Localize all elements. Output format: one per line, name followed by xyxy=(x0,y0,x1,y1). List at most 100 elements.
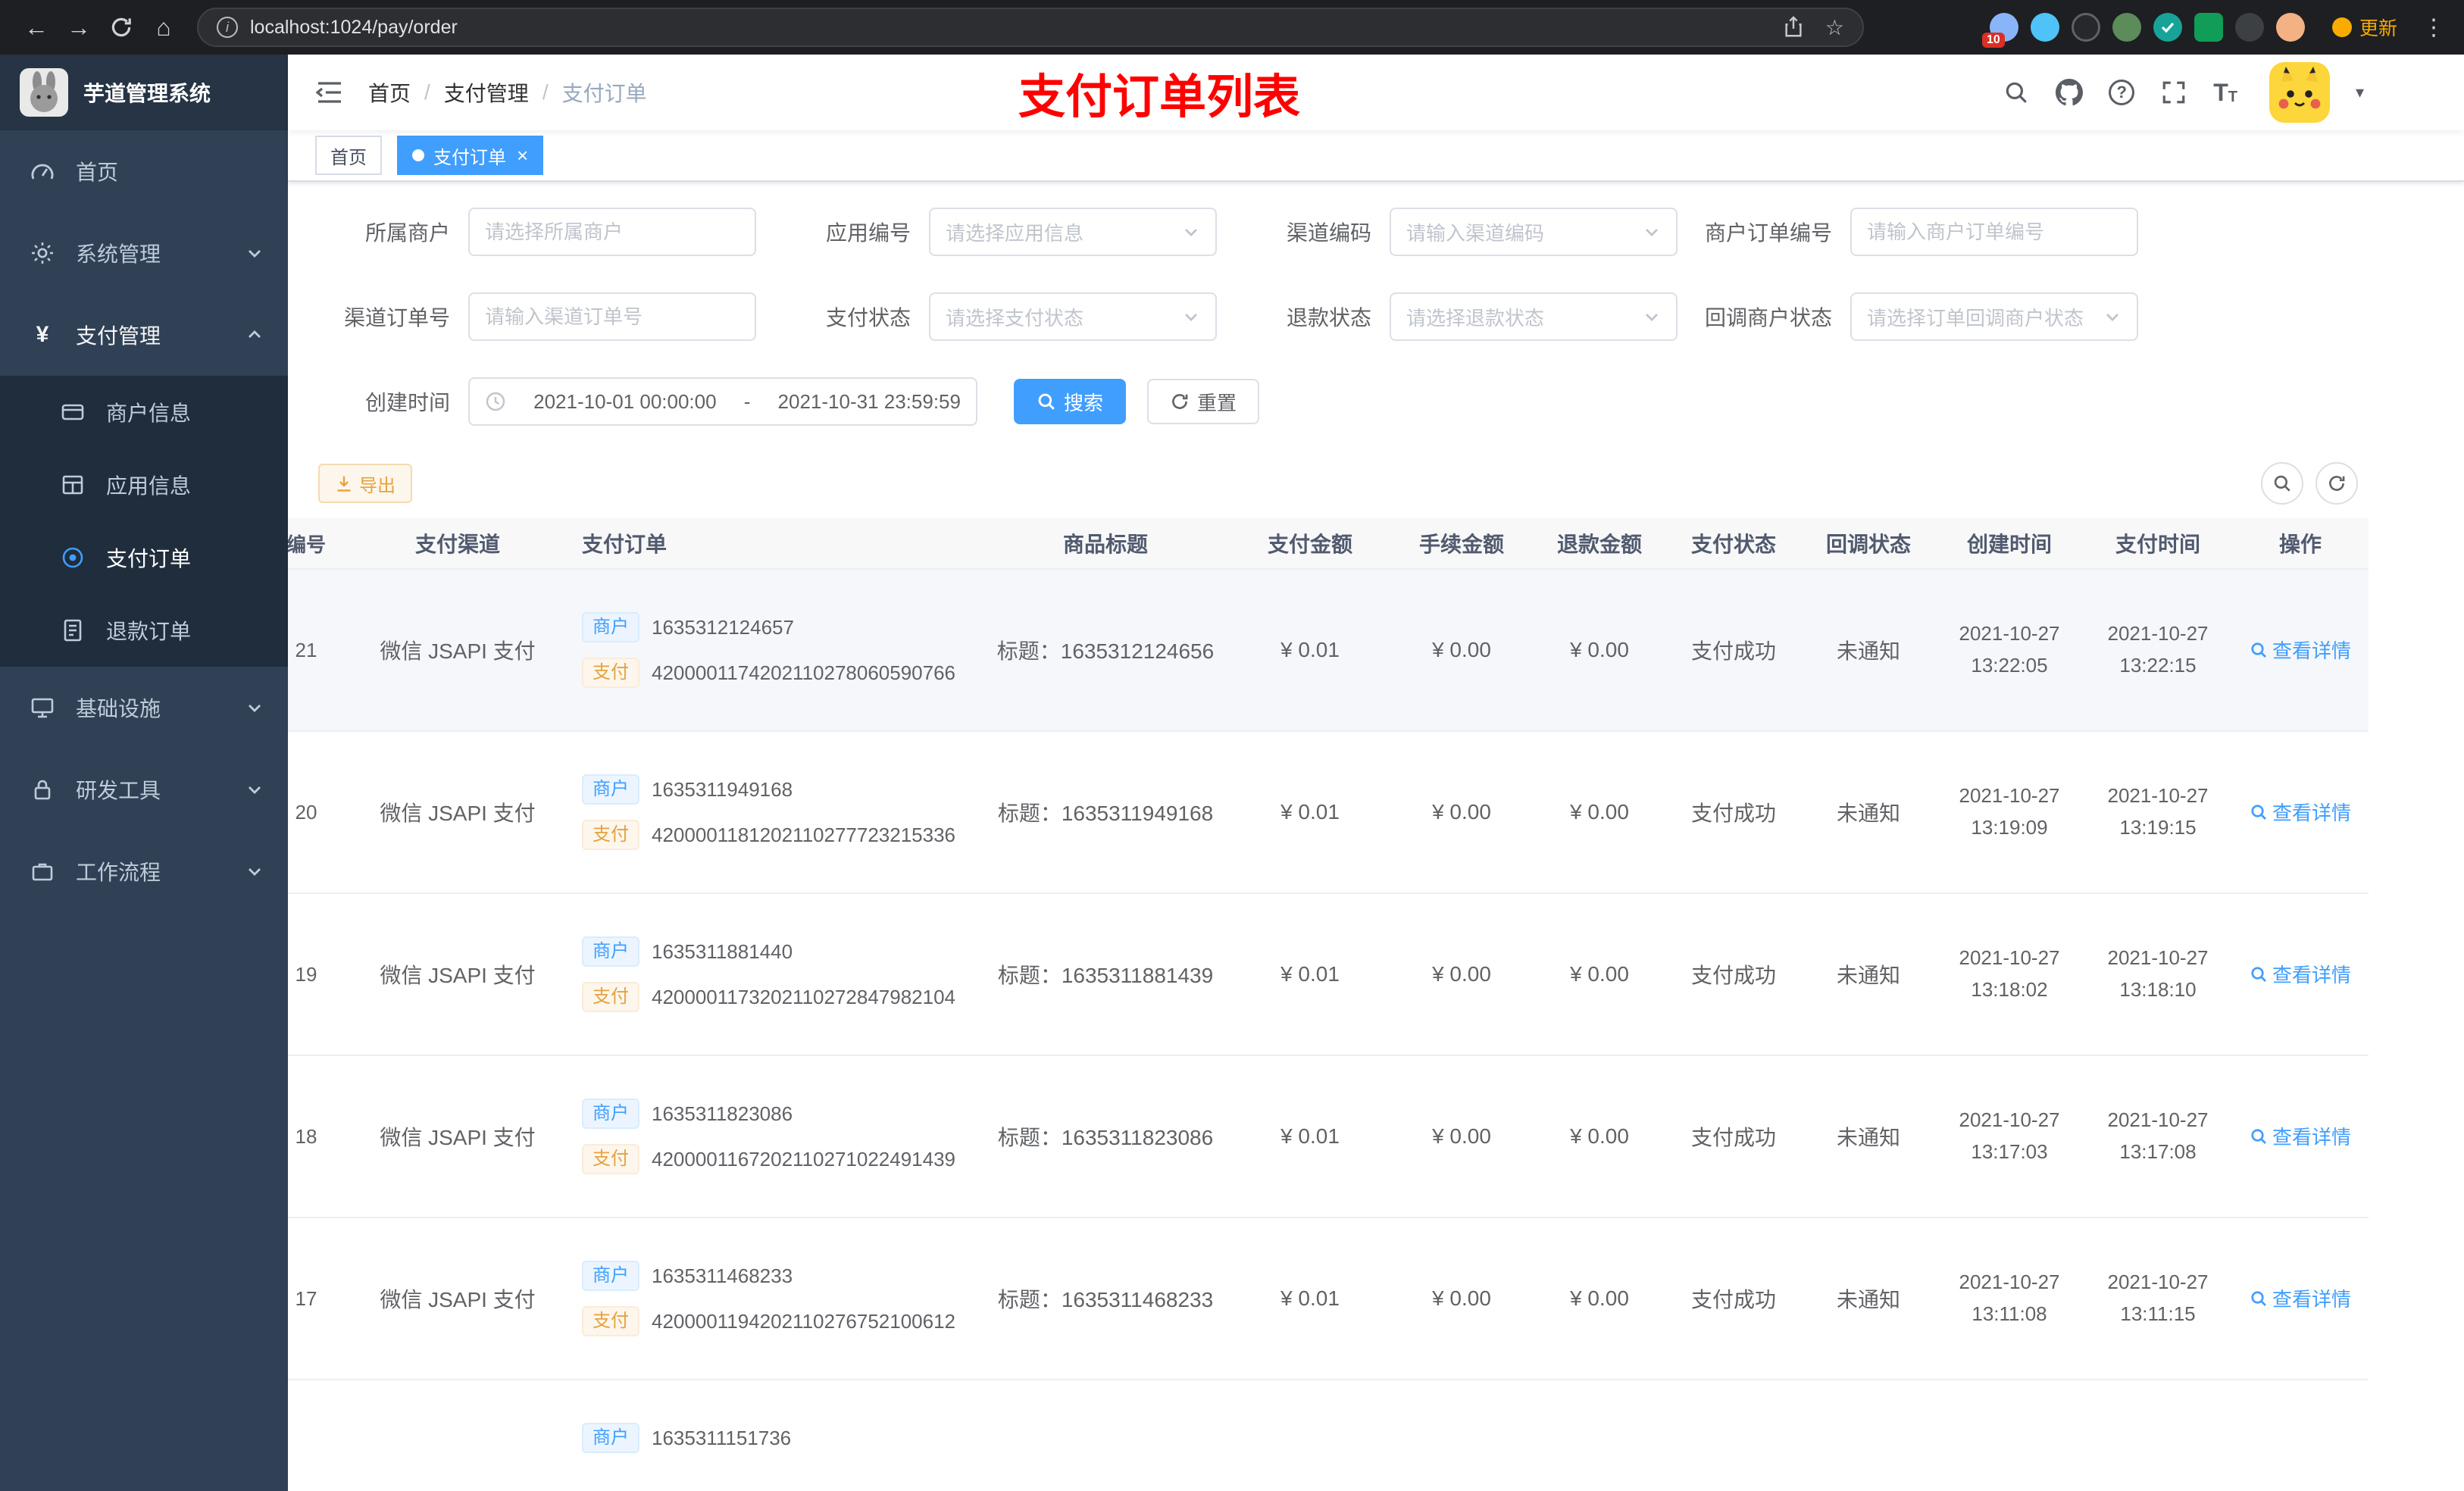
table-header: 编号 支付渠道 支付订单 商品标题 支付金额 手续金额 退款金额 支付状态 回调… xyxy=(288,518,2369,570)
callback-status-filter-select[interactable]: 请选择订单回调商户状态 xyxy=(1850,292,2138,341)
cell-notify-status: 未通知 xyxy=(1836,964,1900,987)
sidebar-item-app-info[interactable]: 应用信息 xyxy=(0,449,288,521)
cell-actions: 查看详情 xyxy=(2232,798,2369,827)
pay-status-filter-select[interactable]: 请选择支付状态 xyxy=(929,292,1217,341)
sidebar-item-payment[interactable]: ¥ 支付管理 xyxy=(0,294,288,376)
view-detail-link[interactable]: 查看详情 xyxy=(2250,798,2351,826)
card-icon xyxy=(61,404,84,420)
search-button[interactable]: 搜索 xyxy=(1014,379,1127,424)
sidebar-item-pay-order[interactable]: 支付订单 xyxy=(0,521,288,594)
yen-icon: ¥ xyxy=(36,322,49,347)
github-icon[interactable] xyxy=(2056,79,2084,106)
cell-notify-status: 未通知 xyxy=(1836,1126,1900,1149)
col-actions: 操作 xyxy=(2278,533,2322,556)
refund-status-filter-label: 退款状态 xyxy=(1286,306,1371,330)
extension-icon[interactable] xyxy=(2194,13,2223,42)
breadcrumb-pay-mgmt[interactable]: 支付管理 xyxy=(444,77,529,108)
sidebar-item-home[interactable]: 首页 xyxy=(0,130,288,212)
channel-order-no-filter-input[interactable] xyxy=(468,292,756,341)
app-no-filter-select[interactable]: 请选择应用信息 xyxy=(929,208,1217,256)
cell-pay-status: 支付成功 xyxy=(1690,639,1776,663)
view-detail-link[interactable]: 查看详情 xyxy=(2250,1122,2351,1150)
merchant-order-no: 1635311468233 xyxy=(652,1264,793,1287)
reload-icon[interactable] xyxy=(100,6,142,48)
chevron-down-icon xyxy=(249,868,261,876)
forward-icon[interactable]: → xyxy=(58,6,100,48)
bookmark-star-icon[interactable]: ☆ xyxy=(1825,15,1844,40)
extension-icon[interactable] xyxy=(2030,13,2059,42)
sidebar-item-infra[interactable]: 基础设施 xyxy=(0,667,288,749)
sidebar-item-dev-tools[interactable]: 研发工具 xyxy=(0,749,288,830)
channel-code-filter-select[interactable]: 请输入渠道编码 xyxy=(1390,208,1678,256)
refund-status-filter-select[interactable]: 请选择退款状态 xyxy=(1390,292,1678,341)
merchant-filter-label: 所属商户 xyxy=(364,221,450,245)
site-info-icon[interactable]: i xyxy=(217,17,238,38)
col-refund: 退款金额 xyxy=(1556,533,1642,556)
search-icon[interactable] xyxy=(2003,79,2030,106)
active-dot-icon xyxy=(412,149,424,161)
sidebar-item-workflow[interactable]: 工作流程 xyxy=(0,830,288,912)
refresh-table-button[interactable] xyxy=(2315,462,2358,505)
extension-icon[interactable]: 10 xyxy=(1981,13,2018,48)
profile-avatar-icon[interactable] xyxy=(2275,13,2305,42)
pay-tag: 支付 xyxy=(582,1306,639,1336)
sidebar-fold-icon[interactable] xyxy=(312,79,346,106)
browser-menu-icon[interactable]: ⋮ xyxy=(2419,14,2449,41)
extension-badge: 10 xyxy=(1981,33,2005,48)
reset-button[interactable]: 重置 xyxy=(1147,379,1260,424)
extension-icon[interactable] xyxy=(2071,13,2100,42)
sidebar-item-merchant-info[interactable]: 商户信息 xyxy=(0,376,288,449)
merchant-tag: 商户 xyxy=(582,1261,639,1291)
create-time-range-picker[interactable]: 2021-10-01 00:00:00 - 2021-10-31 23:59:5… xyxy=(468,377,977,426)
back-icon[interactable]: ← xyxy=(15,6,58,48)
cell-amount: ¥ 0.01 xyxy=(1280,800,1340,824)
sidebar-item-refund-order[interactable]: 退款订单 xyxy=(0,594,288,667)
chevron-down-icon xyxy=(249,786,261,794)
gear-icon xyxy=(32,242,53,264)
view-detail-link[interactable]: 查看详情 xyxy=(2250,1284,2351,1312)
cell-title: 标题：1635311949168 xyxy=(997,802,1214,825)
cell-id: 18 xyxy=(295,1124,317,1148)
user-avatar[interactable] xyxy=(2269,62,2330,123)
merchant-filter-input[interactable] xyxy=(468,208,756,256)
merchant-order-no-filter-input[interactable] xyxy=(1850,208,2138,256)
pay-order-no: 4200001181202110277723215336 xyxy=(652,823,956,846)
cell-amount: ¥ 0.01 xyxy=(1280,638,1340,661)
home-icon[interactable]: ⌂ xyxy=(142,6,185,48)
view-detail-link[interactable]: 查看详情 xyxy=(2250,636,2351,664)
close-icon[interactable]: × xyxy=(517,145,528,165)
merchant-tag: 商户 xyxy=(582,1099,639,1129)
app-logo[interactable]: 芋道管理系统 xyxy=(0,55,288,130)
callback-status-filter-label: 回调商户状态 xyxy=(1704,306,1832,330)
top-navbar: 首页 / 支付管理 / 支付订单 支付订单列表 ? T T ▾ xyxy=(288,55,2464,130)
pin-extension-icon[interactable] xyxy=(2234,13,2264,42)
help-icon[interactable]: ? xyxy=(2109,80,2135,105)
search-icon xyxy=(1038,393,1055,410)
caret-down-icon[interactable]: ▾ xyxy=(2356,83,2364,102)
fullscreen-icon[interactable] xyxy=(2160,79,2187,106)
chevron-down-icon xyxy=(249,705,261,712)
extension-icon[interactable] xyxy=(2112,13,2141,42)
tab-home[interactable]: 首页 xyxy=(315,136,382,175)
browser-toolbar: ← → ⌂ i localhost:1024/pay/order ☆ 10 更新… xyxy=(0,0,2464,55)
extension-check-icon[interactable] xyxy=(2153,13,2182,42)
table-row: 19 微信 JSAPI 支付 商户 1635311881440 支付 42000… xyxy=(288,894,2369,1056)
view-detail-link[interactable]: 查看详情 xyxy=(2250,960,2351,988)
share-icon[interactable] xyxy=(1780,14,1807,41)
address-bar[interactable]: i localhost:1024/pay/order ☆ xyxy=(197,8,1864,47)
col-fee: 手续金额 xyxy=(1418,533,1504,556)
rabbit-logo-icon xyxy=(20,68,68,117)
cell-pay-order: 商户 1635311468233 支付 42000011942021102767… xyxy=(564,1261,980,1336)
tab-pay-order[interactable]: 支付订单 × xyxy=(397,136,544,175)
col-id: 编号 xyxy=(288,533,326,556)
create-time-filter-label: 创建时间 xyxy=(364,391,450,414)
font-size-icon[interactable]: TT xyxy=(2213,80,2237,105)
table-toolbar: 导出 xyxy=(288,462,2464,505)
chevron-down-icon xyxy=(1646,229,1658,236)
export-button[interactable]: 导出 xyxy=(318,464,412,503)
breadcrumb-home[interactable]: 首页 xyxy=(368,77,411,108)
toggle-search-button[interactable] xyxy=(2261,462,2303,505)
sidebar-item-system[interactable]: 系统管理 xyxy=(0,212,288,294)
search-icon xyxy=(2251,1291,2266,1306)
browser-update-button[interactable]: 更新 xyxy=(2331,14,2397,41)
